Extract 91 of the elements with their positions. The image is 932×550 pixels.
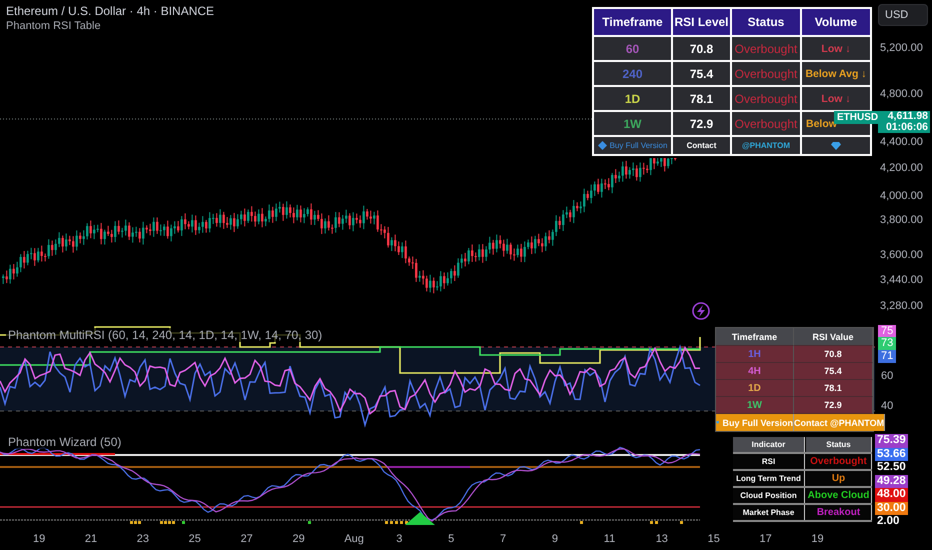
- rsi-value-badge: 75: [878, 325, 896, 337]
- diamond-icon: [598, 141, 607, 150]
- column-header: RSI Level: [673, 9, 730, 35]
- status-cell: Overbought: [732, 62, 800, 85]
- gem-icon: [831, 142, 841, 150]
- status-label: Overbought: [810, 456, 867, 467]
- column-header: Status: [806, 437, 872, 452]
- indicator-cell: Long Term Trend: [733, 471, 805, 486]
- column-header: Indicator: [733, 437, 805, 452]
- multi-rsi-legend: Phantom MultiRSI (60, 14, 240, 14, 1D, 14, 1W, 14, 70, 30): [6, 328, 324, 342]
- axis-label: 52.50: [876, 461, 907, 474]
- time-axis-label: 21: [84, 533, 98, 545]
- time-axis-label: 27: [240, 533, 254, 545]
- timeframe-label: 1W: [624, 116, 642, 130]
- volume-label: Low ↓: [821, 92, 851, 104]
- column-header: Volume: [802, 9, 870, 35]
- axis-label: 2.00: [876, 515, 900, 528]
- rsi-value-cell: 72.9: [794, 397, 873, 414]
- column-header: RSI Value: [794, 328, 873, 346]
- price-axis-label: 4,800.00: [880, 87, 923, 101]
- column-header: Timeframe: [716, 328, 794, 346]
- indicator-cell: RSI: [733, 454, 805, 469]
- timeframe-label: 240: [622, 66, 643, 80]
- indicator-cell: Cloud Position: [733, 488, 805, 503]
- last-price: 4,611.98: [888, 111, 928, 122]
- rsi-value-badge: 71: [878, 350, 896, 363]
- currency-button[interactable]: USD: [878, 4, 928, 26]
- column-header: Status: [732, 9, 800, 35]
- rsi-axis-label: 60: [880, 370, 894, 382]
- time-axis-label: 13: [656, 533, 669, 545]
- rsi-value-cell: 75.4: [794, 363, 873, 380]
- price-axis-label: 5,200.00: [880, 41, 923, 55]
- timeframe-label: 1H: [748, 348, 761, 360]
- timeframe-label: 1D: [748, 382, 761, 394]
- lightning-circle-icon[interactable]: [692, 302, 710, 320]
- time-axis-label: 9: [552, 533, 560, 545]
- column-header: Timeframe: [594, 9, 671, 35]
- bar-countdown: 01:06:06: [886, 122, 928, 133]
- rsi-level-cell: 78.1: [673, 87, 730, 110]
- time-axis-label: 7: [500, 533, 508, 545]
- status-label: Above Cloud: [808, 490, 870, 501]
- time-axis-label: 5: [448, 533, 456, 545]
- indicator-name: Phantom RSI Table: [6, 19, 102, 33]
- value-badge: 49.28: [875, 474, 908, 488]
- rsi-level-cell: 70.8: [673, 37, 730, 60]
- price-axis-label: 4,000.00: [880, 189, 923, 203]
- time-axis-label: 25: [188, 533, 202, 545]
- value-badge: 30.00: [875, 502, 908, 515]
- value-badge: 53.66: [875, 448, 908, 461]
- value-badge: 48.00: [875, 488, 908, 502]
- status-cell: Overbought: [732, 87, 800, 110]
- gem-icon: [716, 419, 720, 426]
- rsi-level-cell: 72.9: [673, 112, 730, 135]
- buy-full-version-link[interactable]: Buy Full Version: [716, 414, 794, 431]
- rsi-level-cell: 75.4: [673, 62, 730, 85]
- price-axis-label: 4,400.00: [880, 135, 923, 149]
- wizard-legend: Phantom Wizard (50): [6, 435, 124, 449]
- timeframe-label: 60: [626, 42, 640, 56]
- contact-label: Contact: [686, 141, 716, 150]
- price-axis-label: 3,440.00: [880, 273, 923, 287]
- time-axis-label: Aug: [344, 533, 365, 545]
- rsi-axis-label: 40: [880, 400, 894, 412]
- status-cell: Overbought: [732, 37, 800, 60]
- rsi-value-cell: 70.8: [794, 346, 873, 363]
- price-axis-label: 3,600.00: [880, 248, 923, 262]
- chart-title: Ethereum / U.S. Dollar · 4h · BINANCE: [6, 4, 214, 19]
- status-label: Up: [832, 473, 846, 484]
- timeframe-label: 1D: [624, 92, 640, 106]
- volume-label: Below: [806, 118, 837, 130]
- time-axis-label: 3: [396, 533, 404, 545]
- indicator-cell: Market Phase: [733, 505, 805, 520]
- time-axis-label: 29: [292, 533, 306, 545]
- timeframe-label: 1W: [747, 400, 762, 410]
- status-label: Breakout: [816, 507, 860, 518]
- price-axis-label: 3,280.00: [880, 299, 923, 313]
- value-badge: 75.39: [875, 434, 908, 448]
- time-axis-label: 17: [759, 533, 773, 545]
- time-axis-label: 19: [33, 533, 46, 545]
- status-cell: Overbought: [732, 112, 800, 135]
- volume-label: Below Avg ↓: [805, 68, 867, 80]
- timeframe-label: 4H: [748, 366, 761, 376]
- price-axis-label: 3,800.00: [880, 213, 923, 227]
- time-axis-label: 19: [811, 533, 825, 545]
- rsi-value-cell: 78.1: [794, 380, 873, 397]
- volume-label: Low ↓: [821, 42, 851, 54]
- rsi-value-badge: 73: [878, 337, 896, 350]
- contact-link[interactable]: Contact @PHANTOM: [794, 414, 886, 431]
- time-axis-label: 11: [604, 533, 616, 545]
- price-axis-label: 4,200.00: [880, 161, 923, 175]
- time-axis-label: 23: [136, 533, 150, 545]
- time-axis-label: 15: [708, 533, 721, 545]
